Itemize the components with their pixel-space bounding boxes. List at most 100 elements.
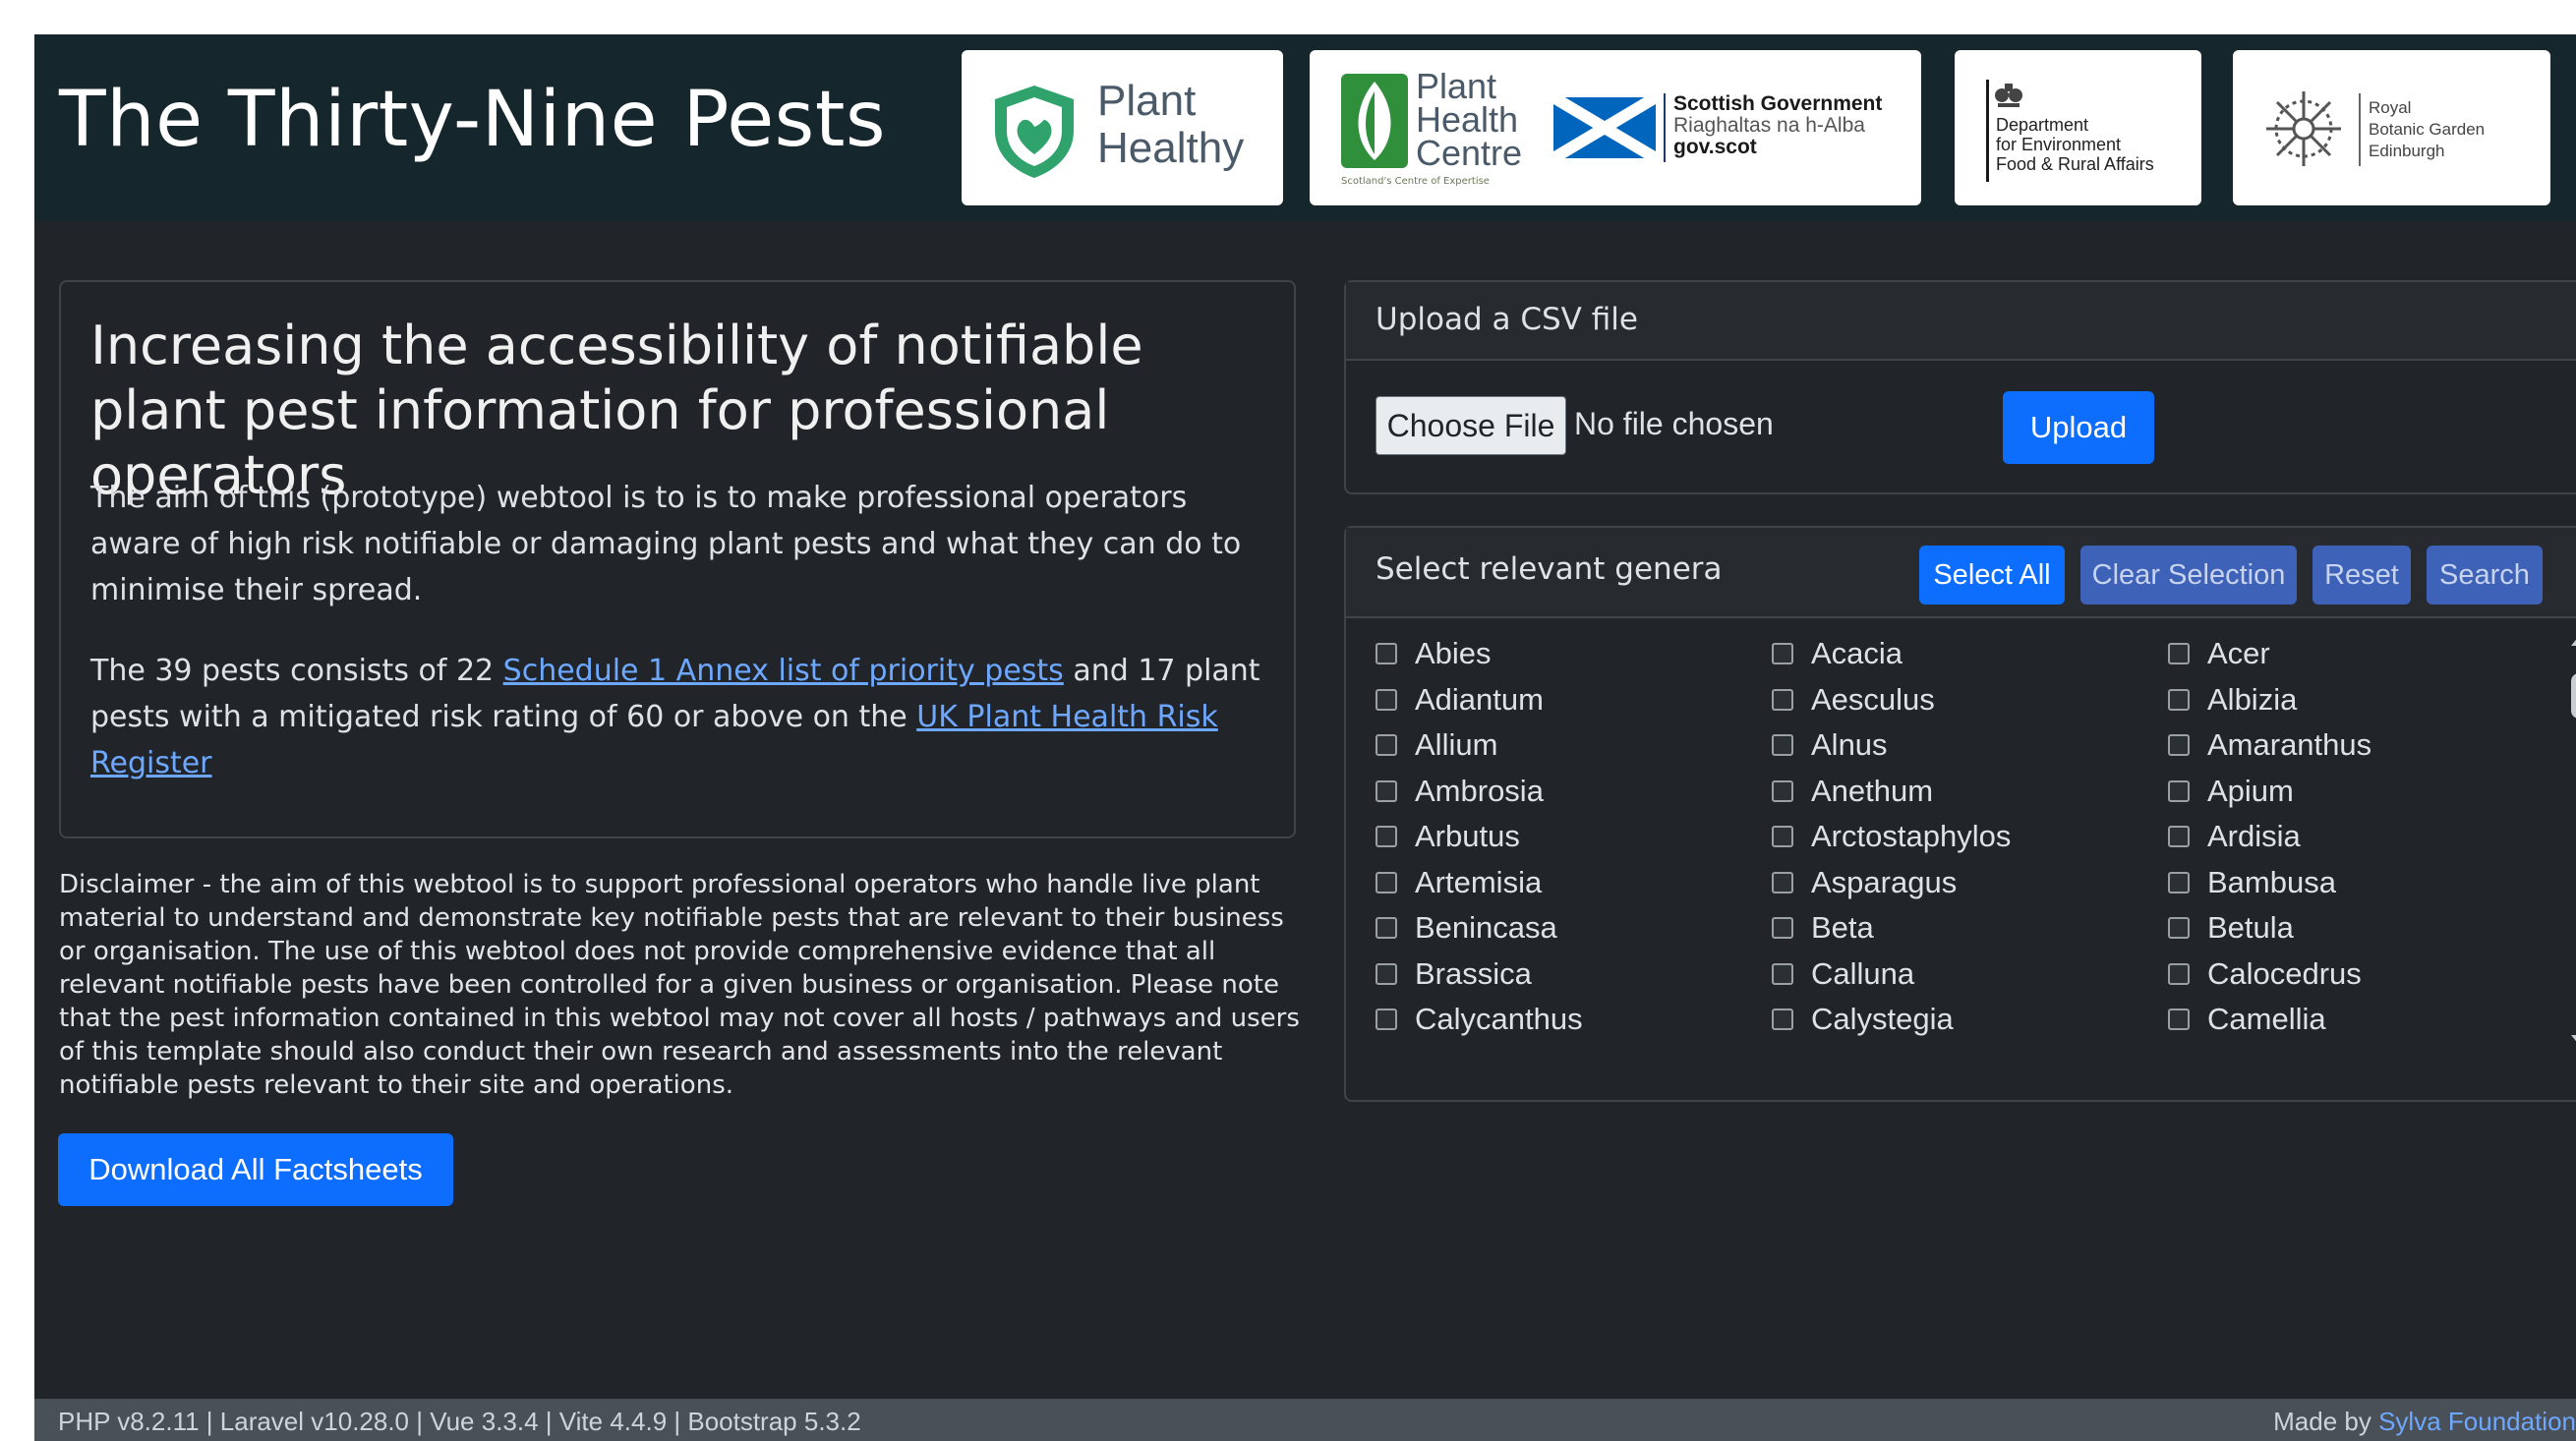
genus-checkbox-item[interactable]: Arbutus bbox=[1376, 817, 1520, 856]
genus-label[interactable]: Bambusa bbox=[2207, 865, 2336, 900]
rbge-logo[interactable]: Royal Botanic Garden Edinburgh bbox=[2233, 50, 2550, 205]
genus-checkbox-item[interactable]: Acer bbox=[2168, 634, 2270, 673]
genus-label[interactable]: Apium bbox=[2207, 774, 2294, 809]
genus-checkbox-item[interactable]: Calystegia bbox=[1772, 1000, 1954, 1039]
genus-checkbox[interactable] bbox=[2168, 871, 2190, 893]
genus-checkbox-item[interactable]: Brassica bbox=[1376, 954, 1532, 994]
reset-button[interactable]: Reset bbox=[2313, 546, 2411, 605]
genus-label[interactable]: Benincasa bbox=[1415, 910, 1557, 946]
genus-label[interactable]: Camellia bbox=[2207, 1002, 2326, 1037]
genus-label[interactable]: Calluna bbox=[1811, 956, 1914, 992]
genus-checkbox[interactable] bbox=[1376, 779, 1397, 802]
genus-label[interactable]: Calycanthus bbox=[1415, 1002, 1583, 1037]
genus-checkbox-item[interactable]: Camellia bbox=[2168, 1000, 2326, 1039]
genus-label[interactable]: Alnus bbox=[1811, 727, 1888, 763]
genus-checkbox-item[interactable]: Bambusa bbox=[2168, 863, 2336, 902]
genera-checkbox-list[interactable]: Abies Acacia Acer Adiantum Aesculus Albizia Al… bbox=[1376, 634, 2565, 1066]
genus-label[interactable]: Aesculus bbox=[1811, 682, 1935, 718]
genus-checkbox-item[interactable]: Anethum bbox=[1772, 772, 1933, 811]
genus-checkbox-item[interactable]: Calocedrus bbox=[2168, 954, 2362, 994]
genus-checkbox[interactable] bbox=[2168, 826, 2190, 847]
genus-checkbox-item[interactable]: Amaranthus bbox=[2168, 725, 2371, 765]
genus-checkbox-item[interactable]: Asparagus bbox=[1772, 863, 1957, 902]
sylva-foundation-link[interactable]: Sylva Foundation bbox=[2378, 1407, 2576, 1436]
genus-checkbox[interactable] bbox=[1772, 779, 1793, 802]
genus-label[interactable]: Anethum bbox=[1811, 774, 1933, 809]
genus-checkbox[interactable] bbox=[1772, 688, 1793, 711]
genus-checkbox[interactable] bbox=[2168, 688, 2190, 711]
genus-checkbox-item[interactable]: Alnus bbox=[1772, 725, 1888, 765]
genus-label[interactable]: Arbutus bbox=[1415, 819, 1520, 854]
genus-checkbox[interactable] bbox=[2168, 917, 2190, 939]
genus-label[interactable]: Allium bbox=[1415, 727, 1497, 763]
genus-checkbox[interactable] bbox=[1772, 1009, 1793, 1030]
genus-label[interactable]: Abies bbox=[1415, 636, 1492, 671]
genus-checkbox-item[interactable]: Betula bbox=[2168, 908, 2294, 948]
genus-checkbox-item[interactable]: Acacia bbox=[1772, 634, 1903, 673]
genus-checkbox[interactable] bbox=[1772, 917, 1793, 939]
defra-logo[interactable]: Department for Environment Food & Rural … bbox=[1955, 50, 2201, 205]
genus-label[interactable]: Calocedrus bbox=[2207, 956, 2362, 992]
genus-checkbox-item[interactable]: Allium bbox=[1376, 725, 1497, 765]
genus-checkbox[interactable] bbox=[1376, 734, 1397, 756]
genus-label[interactable]: Albizia bbox=[2207, 682, 2297, 718]
genus-checkbox[interactable] bbox=[2168, 962, 2190, 985]
search-button[interactable]: Search bbox=[2427, 546, 2543, 605]
scroll-up-arrow-icon[interactable] bbox=[2571, 636, 2576, 646]
genera-scrollbar[interactable] bbox=[2567, 632, 2576, 1055]
choose-file-button[interactable]: Choose File bbox=[1376, 396, 1566, 455]
upload-button[interactable]: Upload bbox=[2003, 391, 2154, 464]
genus-checkbox[interactable] bbox=[1376, 643, 1397, 664]
genus-checkbox[interactable] bbox=[2168, 734, 2190, 756]
select-all-button[interactable]: Select All bbox=[1919, 546, 2065, 605]
genus-label[interactable]: Betula bbox=[2207, 910, 2294, 946]
phc-scottish-government-logo[interactable]: Plant Health Centre Scotland's Centre of… bbox=[1310, 50, 1921, 205]
genus-label[interactable]: Beta bbox=[1811, 910, 1874, 946]
genus-label[interactable]: Adiantum bbox=[1415, 682, 1544, 718]
genus-checkbox[interactable] bbox=[2168, 779, 2190, 802]
schedule-1-annex-link[interactable]: Schedule 1 Annex list of priority pests bbox=[503, 654, 1064, 688]
scroll-down-arrow-icon[interactable] bbox=[2571, 1035, 2576, 1045]
genus-checkbox-item[interactable]: Adiantum bbox=[1376, 680, 1544, 720]
genus-label[interactable]: Arctostaphylos bbox=[1811, 819, 2011, 854]
clear-selection-button[interactable]: Clear Selection bbox=[2080, 546, 2297, 605]
genus-checkbox-item[interactable]: Albizia bbox=[2168, 680, 2297, 720]
genus-label[interactable]: Amaranthus bbox=[2207, 727, 2371, 763]
genus-checkbox[interactable] bbox=[1376, 917, 1397, 939]
genus-checkbox[interactable] bbox=[1772, 826, 1793, 847]
genus-label[interactable]: Artemisia bbox=[1415, 865, 1542, 900]
genus-checkbox[interactable] bbox=[1376, 826, 1397, 847]
genus-label[interactable]: Asparagus bbox=[1811, 865, 1957, 900]
genus-checkbox-item[interactable]: Apium bbox=[2168, 772, 2294, 811]
plant-healthy-logo[interactable]: Plant Healthy bbox=[962, 50, 1283, 205]
genus-checkbox-item[interactable]: Calycanthus bbox=[1376, 1000, 1583, 1039]
genus-checkbox-item[interactable]: Beta bbox=[1772, 908, 1874, 948]
genus-checkbox-item[interactable]: Artemisia bbox=[1376, 863, 1542, 902]
genus-checkbox[interactable] bbox=[1772, 962, 1793, 985]
genus-checkbox[interactable] bbox=[2168, 643, 2190, 664]
genus-checkbox-item[interactable]: Ardisia bbox=[2168, 817, 2301, 856]
genus-checkbox[interactable] bbox=[1772, 643, 1793, 664]
genus-checkbox[interactable] bbox=[1376, 688, 1397, 711]
genus-checkbox-item[interactable]: Abies bbox=[1376, 634, 1492, 673]
genus-checkbox[interactable] bbox=[1376, 962, 1397, 985]
genus-checkbox[interactable] bbox=[1376, 871, 1397, 893]
scrollbar-thumb[interactable] bbox=[2571, 673, 2576, 719]
genus-checkbox-item[interactable]: Ambrosia bbox=[1376, 772, 1544, 811]
download-all-factsheets-button[interactable]: Download All Factsheets bbox=[58, 1133, 453, 1206]
genus-checkbox-item[interactable]: Arctostaphylos bbox=[1772, 817, 2011, 856]
genus-label[interactable]: Acer bbox=[2207, 636, 2270, 671]
genus-label[interactable]: Calystegia bbox=[1811, 1002, 1954, 1037]
genus-checkbox-item[interactable]: Aesculus bbox=[1772, 680, 1935, 720]
genus-checkbox[interactable] bbox=[1772, 734, 1793, 756]
genus-checkbox[interactable] bbox=[2168, 1009, 2190, 1030]
genus-checkbox[interactable] bbox=[1376, 1009, 1397, 1030]
genus-label[interactable]: Ardisia bbox=[2207, 819, 2301, 854]
genus-label[interactable]: Brassica bbox=[1415, 956, 1532, 992]
genus-checkbox-item[interactable]: Calluna bbox=[1772, 954, 1914, 994]
site-title[interactable]: The Thirty-Nine Pests bbox=[59, 76, 886, 164]
genus-checkbox[interactable] bbox=[1772, 871, 1793, 893]
genus-label[interactable]: Ambrosia bbox=[1415, 774, 1544, 809]
genus-checkbox-item[interactable]: Benincasa bbox=[1376, 908, 1557, 948]
genus-label[interactable]: Acacia bbox=[1811, 636, 1903, 671]
